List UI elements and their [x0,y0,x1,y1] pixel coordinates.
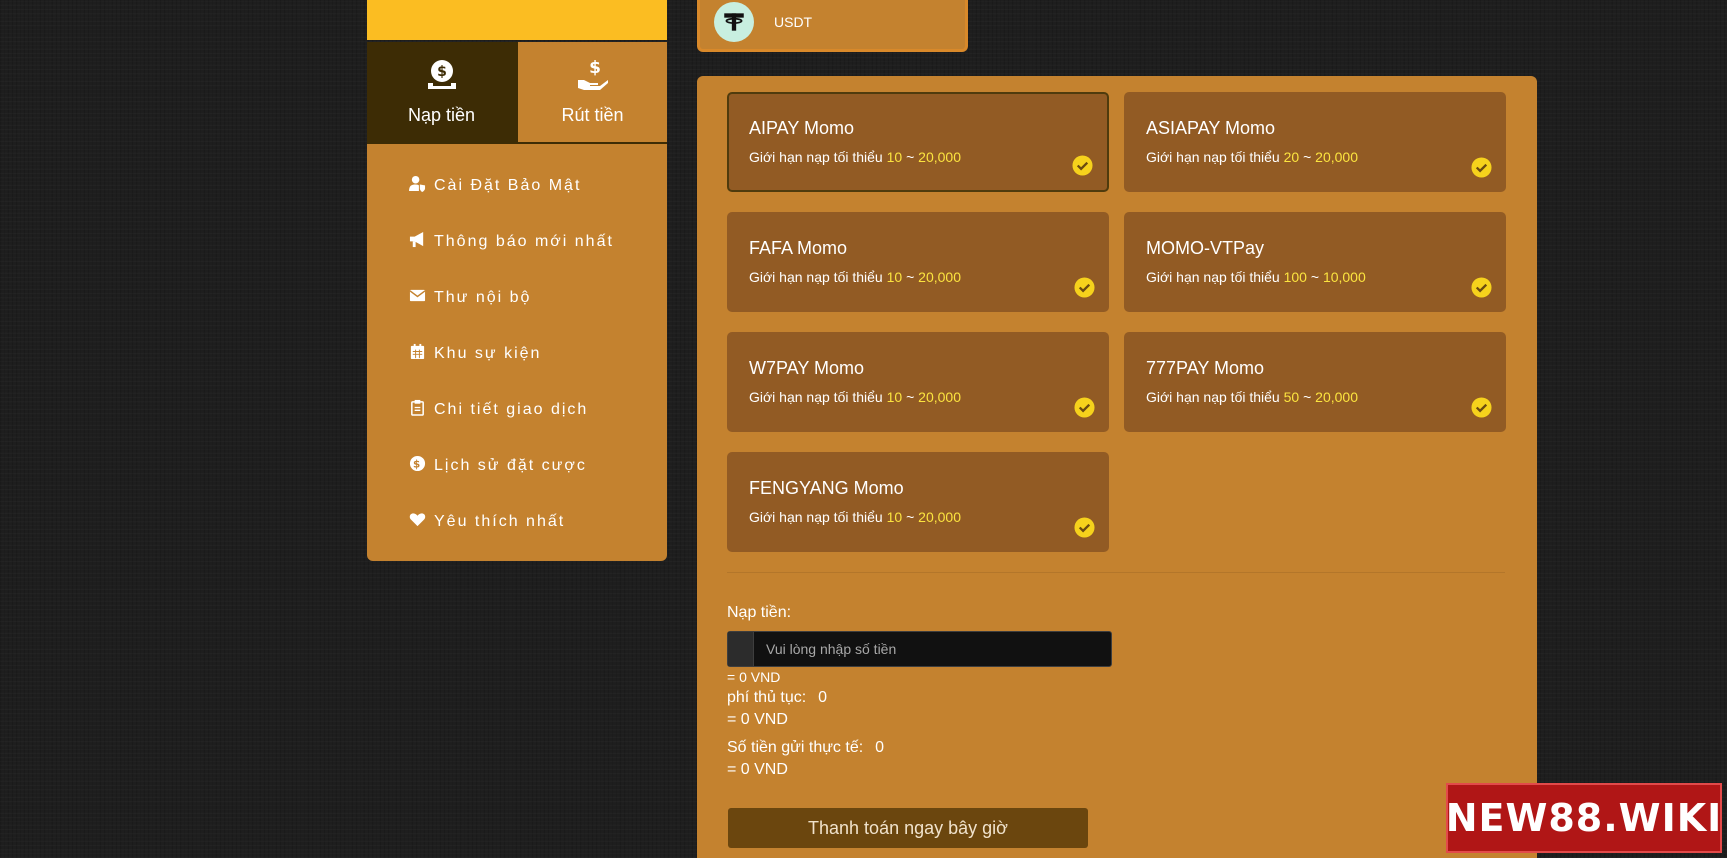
tab-withdraw[interactable]: $ Rút tiền [516,42,667,142]
menu-item-transaction-details[interactable]: Chi tiết giao dịch [367,382,667,438]
divider [727,572,1505,573]
menu-item-label: Lịch sử đặt cược [434,457,587,474]
limit-max: 20,000 [918,149,961,165]
limit-min: 100 [1283,269,1307,285]
deposit-panel: AIPAY Momo Giới hạn nạp tối thiểu 10 ~ 2… [697,76,1537,858]
fee-label: phí thủ tục: [727,689,807,706]
limit-max: 10,000 [1322,269,1366,285]
channel-card[interactable]: 777PAY Momo Giới hạn nạp tối thiểu 50 ~ … [1124,332,1506,432]
check-circle-icon [1074,277,1095,298]
menu-item-favorites[interactable]: Yêu thích nhất [367,494,667,550]
channel-name: MOMO-VTPay [1146,238,1265,258]
limit-min: 20 [1283,149,1300,165]
channel-name: 777PAY Momo [1146,358,1265,378]
user-shield-icon [409,175,434,197]
channel-name: FAFA Momo [749,238,848,258]
fee-vnd: = 0 VND [727,711,788,728]
pay-now-button[interactable]: Thanh toán ngay bây giờ [728,808,1088,848]
envelope-icon [409,287,434,309]
channel-name: W7PAY Momo [749,358,865,378]
amount-label: Nạp tiền: [727,604,792,621]
amount-input[interactable] [754,632,1111,666]
actual-amount-vnd: = 0 VND [727,761,788,778]
heart-icon [409,511,434,533]
channel-card[interactable]: MOMO-VTPay Giới hạn nạp tối thiểu 100 ~ … [1124,212,1506,312]
menu-item-security-settings[interactable]: Cài Đặt Bảo Mật [367,158,667,214]
tab-deposit-label: Nạp tiền [407,105,476,125]
check-circle-icon [1074,397,1095,418]
channel-limit: Giới hạn nạp tối thiểu 10 ~ 20,000 [749,149,961,165]
watermark-logo: NEW88.WIKI [1446,783,1722,853]
limit-max: 20,000 [1315,389,1358,405]
menu-item-label: Thư nội bộ [434,289,532,306]
channel-limit: Giới hạn nạp tối thiểu 20 ~ 20,000 [1146,149,1358,165]
limit-max: 20,000 [918,269,961,285]
limit-max: 20,000 [918,389,961,405]
svg-text:$: $ [413,458,422,470]
svg-text:$: $ [589,58,601,78]
megaphone-icon [409,231,434,253]
channel-limit: Giới hạn nạp tối thiểu 100 ~ 10,000 [1146,269,1366,285]
amount-field [727,631,1112,667]
money-bag-icon: $ [425,58,459,97]
actual-amount-row: Số tiền gửi thực tế: 0 [727,739,884,757]
tether-icon [714,1,754,42]
menu-item-label: Yêu thích nhất [434,513,566,530]
menu-item-label: Cài Đặt Bảo Mật [434,177,582,194]
check-circle-icon [1074,517,1095,538]
check-circle-icon [1471,277,1492,298]
check-circle-icon [1072,155,1093,176]
channel-card[interactable]: AIPAY Momo Giới hạn nạp tối thiểu 10 ~ 2… [727,92,1109,192]
deposit-withdraw-tabs: $ Nạp tiền $ Rút tiền [367,42,667,142]
menu-item-latest-news[interactable]: Thông báo mới nhất [367,214,667,270]
channel-limit: Giới hạn nạp tối thiểu 10 ~ 20,000 [749,269,961,285]
limit-max: 20,000 [918,509,961,525]
check-circle-icon [1471,157,1492,178]
amount-prefix [728,632,754,666]
payment-method-label: USDT [774,13,813,30]
tab-withdraw-label: Rút tiền [561,105,624,125]
fee-row: phí thủ tục: 0 [727,689,827,707]
limit-min: 10 [886,389,903,405]
calendar-icon [409,343,434,365]
limit-max: 20,000 [1315,149,1358,165]
limit-min: 10 [886,269,903,285]
menu-item-events[interactable]: Khu sự kiện [367,326,667,382]
channel-card[interactable]: W7PAY Momo Giới hạn nạp tối thiểu 10 ~ 2… [727,332,1109,432]
channel-card[interactable]: ASIAPAY Momo Giới hạn nạp tối thiểu 20 ~… [1124,92,1506,192]
account-menu: Cài Đặt Bảo Mật Thông báo mới nhất Thư n… [367,142,667,561]
channel-name: AIPAY Momo [749,118,855,138]
actual-amount-label: Số tiền gửi thực tế: [727,739,864,756]
hand-money-icon: $ [576,58,610,97]
limit-min: 10 [886,149,903,165]
limit-min: 10 [886,509,903,525]
channel-card[interactable]: FENGYANG Momo Giới hạn nạp tối thiểu 10 … [727,452,1109,552]
channel-limit: Giới hạn nạp tối thiểu 50 ~ 20,000 [1146,389,1358,405]
menu-item-label: Thông báo mới nhất [434,233,614,250]
amount-vnd: = 0 VND [727,669,781,685]
clipboard-icon [409,399,434,421]
svg-text:$: $ [437,64,447,80]
tab-deposit[interactable]: $ Nạp tiền [367,42,516,142]
limit-min: 50 [1283,389,1300,405]
payment-method-usdt[interactable]: USDT [697,0,968,52]
channel-limit: Giới hạn nạp tối thiểu 10 ~ 20,000 [749,509,961,525]
menu-item-bet-history[interactable]: $ Lịch sử đặt cược [367,438,667,494]
check-circle-icon [1471,397,1492,418]
channel-name: FENGYANG Momo [749,478,904,498]
menu-item-internal-mail[interactable]: Thư nội bộ [367,270,667,326]
fee-value: 0 [818,689,828,706]
channel-limit: Giới hạn nạp tối thiểu 10 ~ 20,000 [749,389,961,405]
channel-card[interactable]: FAFA Momo Giới hạn nạp tối thiểu 10 ~ 20… [727,212,1109,312]
actual-amount-value: 0 [875,739,885,756]
channel-name: ASIAPAY Momo [1146,118,1276,138]
sidebar-header-bar [367,0,667,40]
menu-item-label: Chi tiết giao dịch [434,401,589,418]
dollar-circle-icon: $ [409,455,434,477]
menu-item-label: Khu sự kiện [434,345,542,362]
